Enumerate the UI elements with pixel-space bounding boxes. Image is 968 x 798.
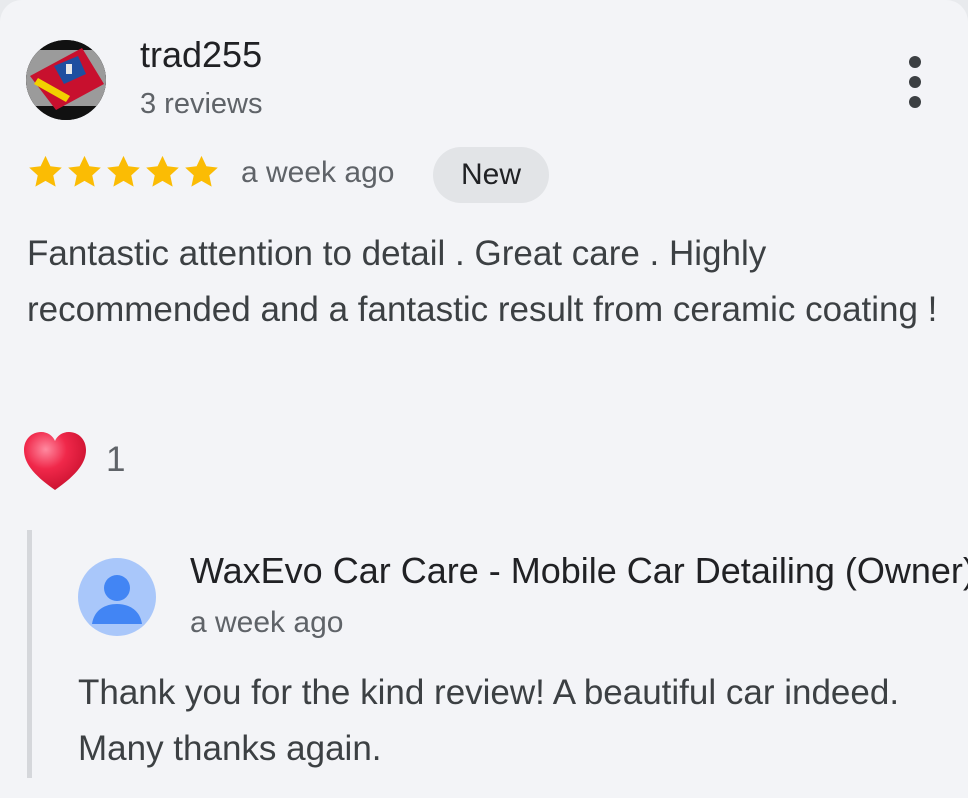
user-avatar[interactable]: [26, 40, 106, 120]
star-rating: [26, 153, 221, 191]
owner-response-time: a week ago: [190, 606, 344, 639]
review-text: Fantastic attention to detail . Great ca…: [27, 234, 938, 329]
review-author[interactable]: trad255: [140, 34, 262, 76]
star-icon: [146, 155, 179, 187]
new-badge: New: [433, 147, 549, 203]
star-icon: [185, 155, 218, 187]
like-count: 1: [106, 440, 126, 479]
owner-reply-text: Thank you for the kind review! A beautif…: [78, 673, 900, 768]
person-icon: [78, 558, 156, 636]
more-vert-icon[interactable]: [894, 50, 936, 114]
owner-reply-divider: [27, 530, 32, 778]
heart-icon[interactable]: [22, 430, 88, 494]
star-icon: [29, 155, 62, 187]
owner-name: WaxEvo Car Care - Mobile Car Detailing (…: [190, 550, 968, 591]
review-card: trad255 3 reviews a week ago New Fantast…: [0, 0, 968, 798]
review-time: a week ago: [241, 156, 395, 189]
star-icon: [68, 155, 101, 187]
author-review-count[interactable]: 3 reviews: [140, 88, 263, 121]
star-icon: [107, 155, 140, 187]
